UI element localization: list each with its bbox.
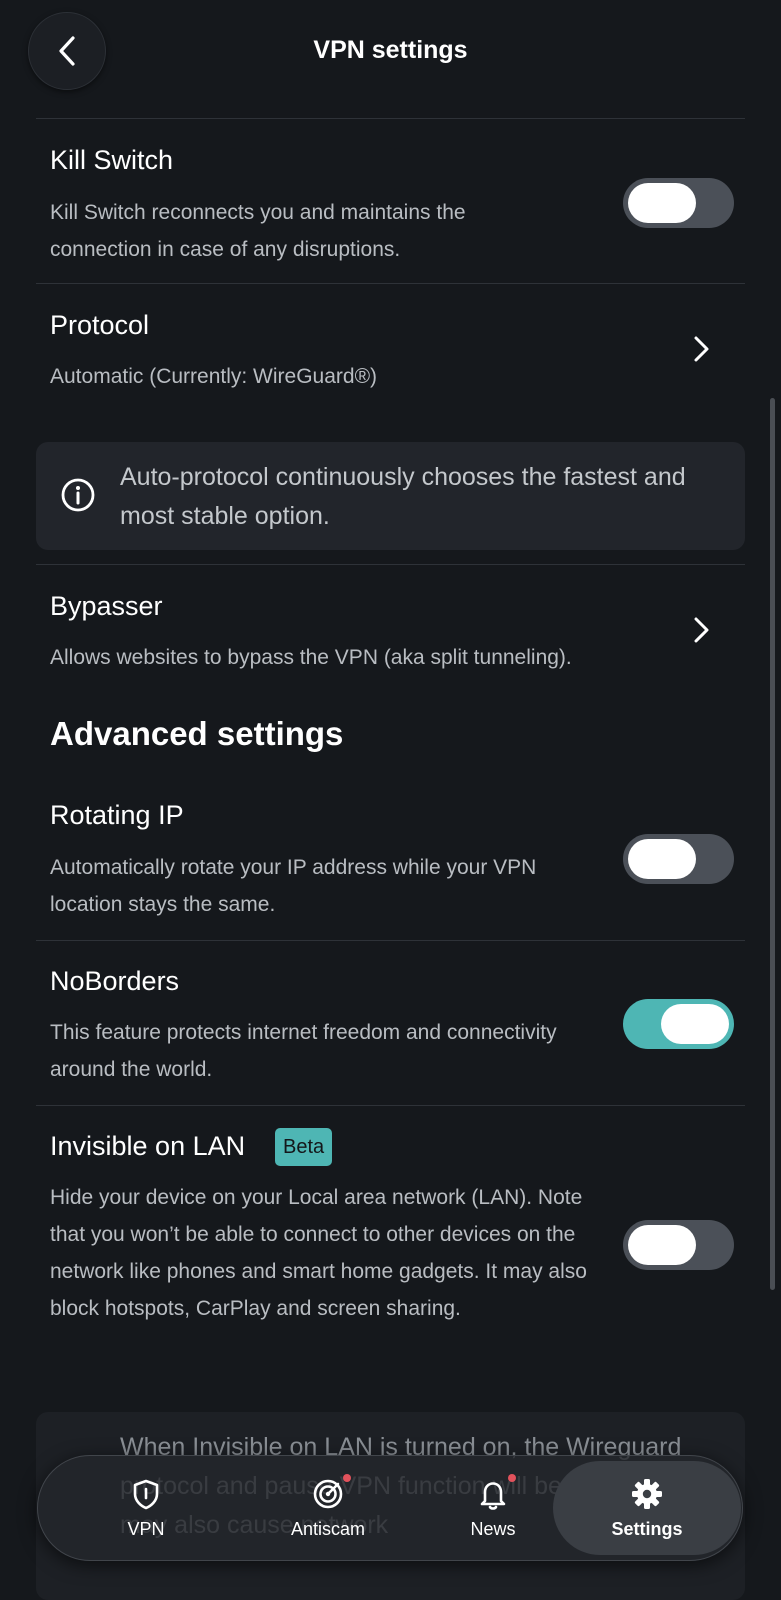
info-icon xyxy=(61,478,95,512)
tab-vpn[interactable]: VPN xyxy=(96,1456,196,1560)
noborders-description: This feature protects internet freedom a… xyxy=(50,1021,557,1081)
scrollbar[interactable] xyxy=(770,398,775,1290)
bell-icon xyxy=(480,1481,506,1510)
kill-switch-toggle[interactable] xyxy=(623,178,734,228)
divider xyxy=(36,1105,745,1106)
toggle-knob xyxy=(661,1004,729,1044)
beta-badge: Beta xyxy=(275,1128,333,1166)
rotating-ip-toggle[interactable] xyxy=(623,834,734,884)
rotating-ip-title: Rotating IP xyxy=(50,800,184,830)
shield-icon xyxy=(133,1479,159,1509)
toggle-knob xyxy=(628,1225,696,1265)
noborders-title: NoBorders xyxy=(50,966,180,996)
protocol-info-text: Auto-protocol continuously chooses the f… xyxy=(120,463,686,530)
tab-settings-label: Settings xyxy=(611,1518,683,1539)
bypasser-title: Bypasser xyxy=(50,591,163,621)
chevron-right-icon xyxy=(694,336,709,362)
toggle-knob xyxy=(628,839,696,879)
rotating-ip-description: Automatically rotate your IP address whi… xyxy=(50,856,537,916)
notification-dot xyxy=(508,1473,516,1482)
kill-switch-description: Kill Switch reconnects you and maintains… xyxy=(50,201,466,261)
kill-switch-title: Kill Switch xyxy=(50,145,174,175)
gear-icon xyxy=(632,1478,662,1509)
antiscam-icon xyxy=(313,1479,343,1508)
tab-news-label: News xyxy=(470,1518,516,1539)
toggle-knob xyxy=(628,183,696,223)
divider xyxy=(36,564,745,565)
divider xyxy=(36,118,745,119)
tab-settings[interactable]: Settings xyxy=(553,1461,741,1555)
noborders-toggle[interactable] xyxy=(623,999,734,1049)
header: VPN settings xyxy=(0,0,781,110)
protocol-info-box: Auto-protocol continuously chooses the f… xyxy=(36,442,745,550)
invisible-lan-description: Hide your device on your Local area netw… xyxy=(50,1186,587,1320)
invisible-lan-title: Invisible on LAN xyxy=(50,1131,246,1161)
tab-vpn-label: VPN xyxy=(127,1518,165,1539)
divider xyxy=(36,940,745,941)
bottom-tab-bar: VPN Antiscam News Settings xyxy=(37,1455,743,1561)
page-title: VPN settings xyxy=(313,36,468,64)
chevron-right-icon xyxy=(694,617,709,643)
protocol-value: Automatic (Currently: WireGuard®) xyxy=(50,365,378,388)
advanced-settings-heading: Advanced settings xyxy=(50,715,344,752)
tab-antiscam[interactable]: Antiscam xyxy=(258,1456,398,1560)
protocol-title: Protocol xyxy=(50,310,150,340)
notification-dot xyxy=(343,1473,351,1482)
invisible-lan-toggle[interactable] xyxy=(623,1220,734,1270)
tab-news[interactable]: News xyxy=(438,1456,548,1560)
tab-antiscam-label: Antiscam xyxy=(290,1518,366,1539)
divider xyxy=(36,283,745,284)
bypasser-description: Allows websites to bypass the VPN (aka s… xyxy=(50,646,572,669)
